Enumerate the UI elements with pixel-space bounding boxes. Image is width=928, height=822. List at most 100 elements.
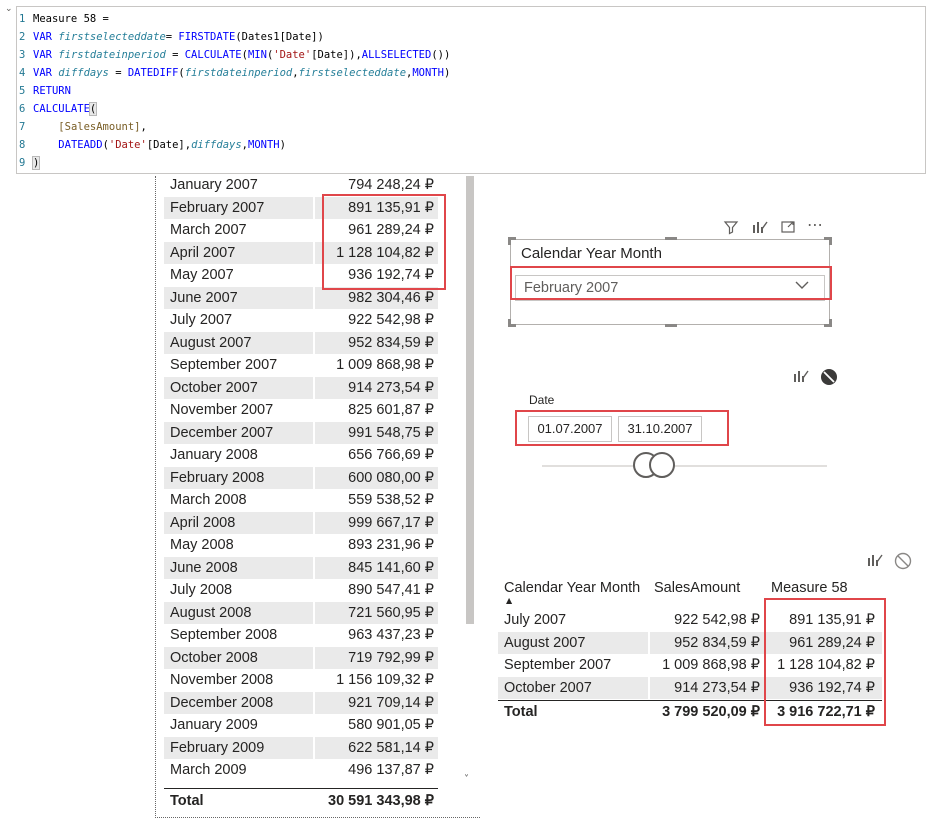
formula-editor[interactable]: 1 Measure 58 = 2 VAR firstselecteddate= FIR… <box>16 6 926 174</box>
month-cell: February 2008 <box>170 469 265 486</box>
month-cell: January 2007 <box>170 177 258 193</box>
month-cell: June 2008 <box>170 559 238 576</box>
table-row[interactable]: September 2007 1 009 868,98 ₽ <box>164 354 438 377</box>
table-row[interactable]: May 2008 893 231,96 ₽ <box>164 534 438 557</box>
code-line[interactable]: 1 Measure 58 = <box>17 10 109 28</box>
code-token: [Date], <box>146 139 192 151</box>
code-token: MONTH <box>412 67 444 79</box>
visual-options-icon[interactable] <box>866 552 884 572</box>
code-token: ()) <box>431 49 451 61</box>
column-header-month[interactable]: Calendar Year Month <box>504 580 640 596</box>
table-row[interactable]: October 2008 719 792,99 ₽ <box>164 646 438 669</box>
scroll-down-icon[interactable]: ˅ <box>464 774 469 785</box>
code-token: CALCULATE <box>33 103 90 115</box>
scrollbar-thumb[interactable] <box>466 176 474 624</box>
code-line[interactable]: 8 DATEADD('Date'[Date],diffdays,MONTH) <box>17 136 286 154</box>
sales-cell: 580 901,05 ₽ <box>348 717 434 733</box>
table-row[interactable]: July 2007 922 542,98 ₽ <box>164 309 438 332</box>
highlight-box-left <box>322 194 446 290</box>
table-row[interactable]: November 2008 1 156 109,32 ₽ <box>164 669 438 692</box>
range-end-handle[interactable] <box>649 452 675 478</box>
month-cell: January 2008 <box>170 447 258 463</box>
focus-mode-icon[interactable] <box>780 219 796 239</box>
table-row[interactable]: December 2007 991 548,75 ₽ <box>164 421 438 444</box>
column-header-measure[interactable]: Measure 58 <box>771 580 848 596</box>
code-line[interactable]: 7 [SalesAmount], <box>17 118 147 136</box>
code-token: MONTH <box>248 139 280 151</box>
code-line[interactable]: 9) <box>17 154 41 172</box>
code-token: firstselecteddate <box>58 31 166 43</box>
table-row[interactable]: August 2007 952 834,59 ₽ <box>164 331 438 354</box>
chevron-down-icon[interactable]: ⌄ <box>5 4 13 14</box>
no-filter-icon[interactable] <box>894 552 912 574</box>
sales-cell: 845 141,60 ₽ <box>348 559 434 576</box>
table-row[interactable]: March 2008 559 538,52 ₽ <box>164 489 438 512</box>
sort-ascending-icon[interactable]: ▲ <box>506 596 512 605</box>
table-row[interactable]: November 2007 825 601,87 ₽ <box>164 399 438 422</box>
month-cell: April 2007 <box>170 244 236 261</box>
filter-icon[interactable] <box>723 219 739 239</box>
highlight-box-date <box>515 410 729 446</box>
date-slicer-header-icons <box>792 368 842 386</box>
table-row[interactable]: October 2007 914 273,54 ₽ <box>164 376 438 399</box>
code-line[interactable]: 2 VAR firstselecteddate= FIRSTDATE(Dates1… <box>17 28 324 46</box>
month-cell: December 2008 <box>170 694 274 711</box>
code-line[interactable]: 5 RETURN <box>17 82 71 100</box>
no-filter-icon[interactable] <box>820 368 838 390</box>
month-cell: September 2007 <box>504 657 612 673</box>
month-cell: November 2007 <box>170 402 274 418</box>
code-token: 'Date' <box>108 139 147 151</box>
sales-cell: 922 542,98 ₽ <box>348 312 434 328</box>
month-cell: March 2007 <box>170 222 247 238</box>
table-row[interactable]: April 2008 999 667,17 ₽ <box>164 511 438 534</box>
line-number: 4 <box>19 67 26 79</box>
sales-cell: 622 581,14 ₽ <box>348 739 434 756</box>
line-number: 9 <box>19 157 26 169</box>
code-token: 'Date' <box>273 49 312 61</box>
code-token: [Date]), <box>311 49 362 61</box>
table-row[interactable]: December 2008 921 709,14 ₽ <box>164 691 438 714</box>
code-token: VAR <box>33 67 59 79</box>
code-token: DATEDIFF <box>127 67 179 79</box>
code-token: ) <box>443 67 451 79</box>
table-row[interactable]: September 2008 963 437,23 ₽ <box>164 624 438 647</box>
code-token: firstselecteddate <box>298 67 407 79</box>
code-token: , <box>140 121 147 133</box>
table-row[interactable]: June 2008 845 141,60 ₽ <box>164 556 438 579</box>
visual-options-icon[interactable] <box>792 368 810 388</box>
month-cell: September 2008 <box>170 627 278 643</box>
sales-cell: 794 248,24 ₽ <box>348 177 434 193</box>
table-row[interactable]: August 2008 721 560,95 ₽ <box>164 601 438 624</box>
vertical-scrollbar[interactable]: ˅ <box>464 176 474 786</box>
line-number: 2 <box>19 31 26 43</box>
line-number: 1 <box>19 13 26 25</box>
sales-cell: 952 834,59 ₽ <box>674 634 760 651</box>
code-token: VAR <box>33 49 59 61</box>
code-token: firstdateinperiod <box>184 67 293 79</box>
table-total-row: Total 30 591 343,98 ₽ <box>164 788 438 813</box>
editor-gutter-edge: ⌄ <box>0 0 16 176</box>
table-row[interactable]: July 2008 890 547,41 ₽ <box>164 579 438 602</box>
table-row[interactable]: January 2009 580 901,05 ₽ <box>164 714 438 737</box>
total-value: 30 591 343,98 ₽ <box>328 793 434 809</box>
table-row[interactable]: March 2009 496 137,87 ₽ <box>164 759 438 782</box>
month-cell: August 2008 <box>170 604 252 621</box>
column-header-sales[interactable]: SalesAmount <box>654 580 740 596</box>
code-line[interactable]: 3 VAR firstdateinperiod = CALCULATE(MIN('… <box>17 46 450 64</box>
total-label: Total <box>170 793 204 809</box>
code-line[interactable]: 6 CALCULATE( <box>17 100 98 118</box>
highlight-box-measure <box>764 598 886 726</box>
sales-cell: 952 834,59 ₽ <box>348 334 434 351</box>
line-number: 5 <box>19 85 26 97</box>
table-row[interactable]: February 2009 622 581,14 ₽ <box>164 736 438 759</box>
more-options-icon[interactable]: ⋯ <box>807 215 823 234</box>
code-token: MIN <box>247 49 267 61</box>
code-line[interactable]: 4 VAR diffdays = DATEDIFF(firstdateinperi… <box>17 64 450 82</box>
table-row[interactable]: February 2008 600 080,00 ₽ <box>164 466 438 489</box>
line-number: 7 <box>19 121 26 133</box>
visual-options-icon[interactable] <box>751 219 769 239</box>
table-row[interactable]: January 2008 656 766,69 ₽ <box>164 444 438 467</box>
month-cell: May 2008 <box>170 537 234 553</box>
date-range-track[interactable] <box>542 465 827 467</box>
sales-cell: 922 542,98 ₽ <box>674 612 760 628</box>
